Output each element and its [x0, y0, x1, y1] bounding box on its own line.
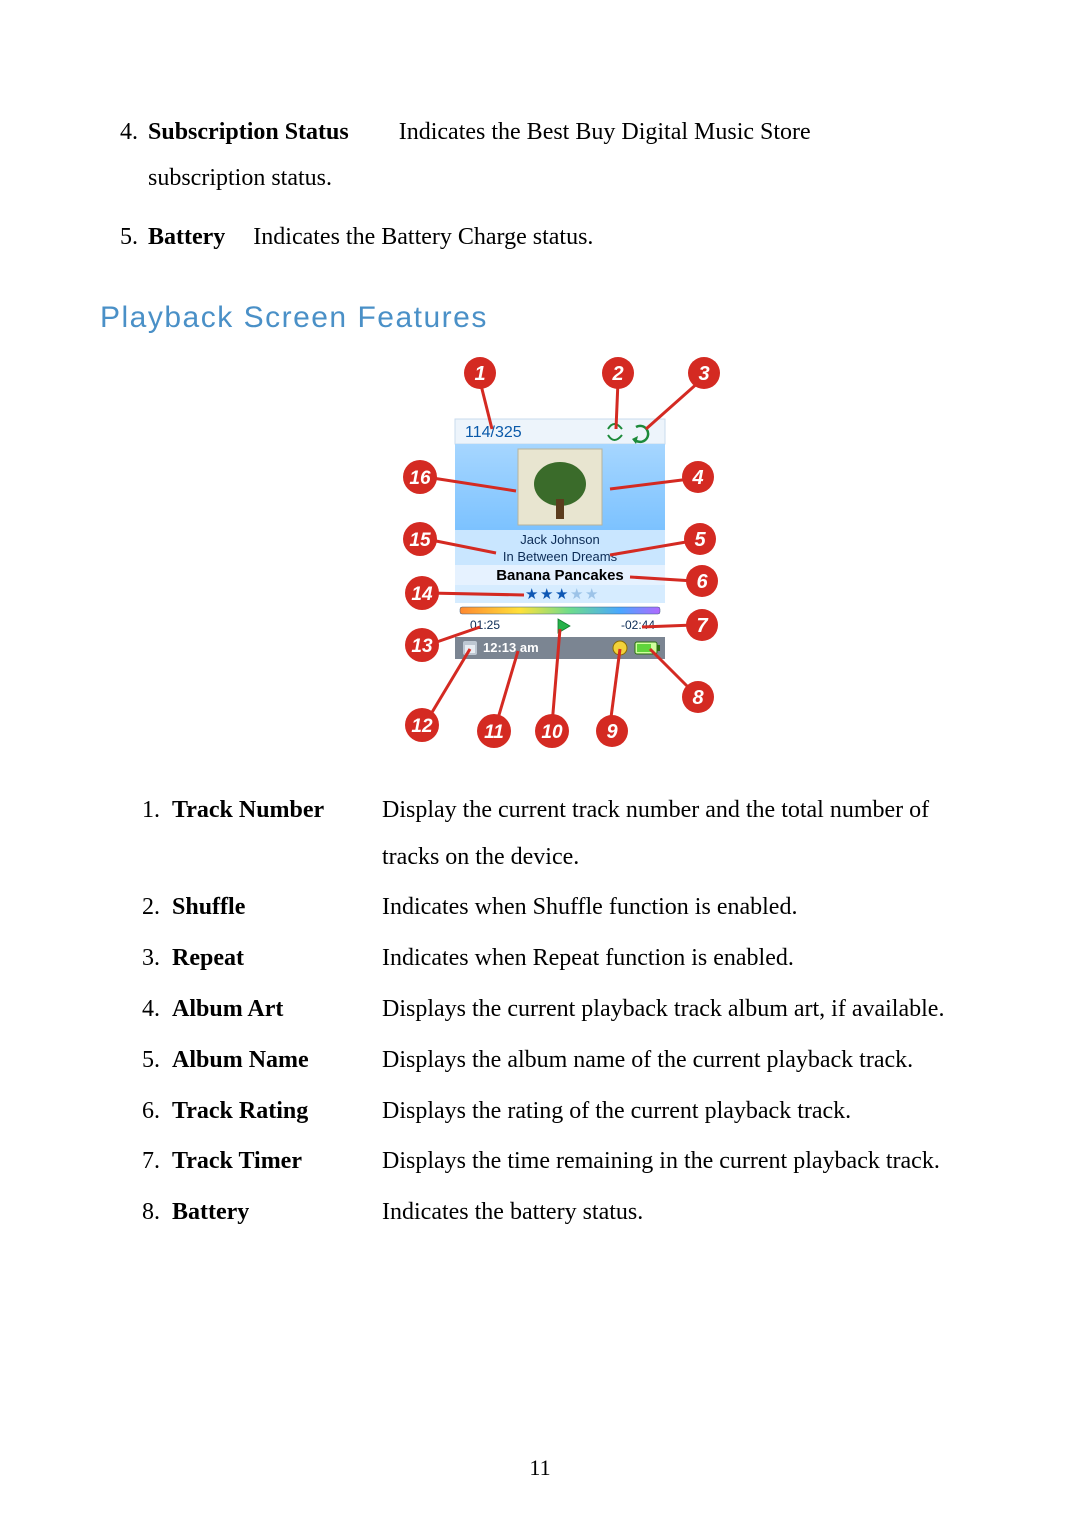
item-number: 6.: [130, 1088, 172, 1135]
battery-icon: [635, 642, 660, 654]
item-term: Shuffle: [172, 884, 382, 931]
playback-screen-diagram: 114/325 Jack Johnson In Between Dreams B…: [100, 349, 980, 769]
callout-13: 13: [411, 636, 433, 657]
item-desc-line2: subscription status.: [148, 156, 980, 202]
svg-text:★: ★: [540, 587, 553, 603]
list-item: 2. Shuffle Indicates when Shuffle functi…: [130, 884, 980, 931]
page-number: 11: [0, 1455, 1080, 1481]
callout-2: 2: [611, 363, 623, 385]
callout-16: 16: [409, 468, 431, 489]
feature-list: 1. Track Number Display the current trac…: [130, 787, 980, 1236]
svg-text:★: ★: [570, 587, 583, 603]
item-number: 5.: [110, 215, 148, 261]
callout-12: 12: [411, 716, 433, 737]
item-term: Track Rating: [172, 1088, 382, 1135]
list-item: 7. Track Timer Displays the time remaini…: [130, 1138, 980, 1185]
section-heading: Playback Screen Features: [100, 301, 980, 335]
list-item: 8. Battery Indicates the battery status.: [130, 1189, 980, 1236]
item-term: Repeat: [172, 935, 382, 982]
item-number: 2.: [130, 884, 172, 931]
item-number: 4.: [110, 110, 148, 156]
item-desc: Displays the album name of the current p…: [382, 1037, 980, 1084]
callout-10: 10: [541, 722, 563, 743]
item-term: Battery: [172, 1189, 382, 1236]
item-number: 4.: [130, 986, 172, 1033]
callout-11: 11: [484, 722, 504, 743]
item-desc-line1: Indicates the Best Buy Digital Music Sto…: [399, 119, 811, 145]
artist-label: Jack Johnson: [520, 532, 600, 547]
list-item: 4. Subscription Status Indicates the Best…: [110, 110, 980, 201]
list-item: 5. Battery Indicates the Battery Charge s…: [110, 215, 980, 261]
item-desc: Display the current track number and the…: [382, 787, 980, 881]
list-item: 6. Track Rating Displays the rating of t…: [130, 1088, 980, 1135]
clock-label: 12:13 am: [483, 640, 539, 655]
list-item: 3. Repeat Indicates when Repeat function…: [130, 935, 980, 982]
item-body: Subscription Status Indicates the Best Bu…: [148, 110, 980, 201]
tree-trunk: [556, 499, 564, 519]
playback-screen-mock: 114/325 Jack Johnson In Between Dreams B…: [455, 419, 665, 659]
item-desc: Indicates the battery status.: [382, 1189, 980, 1236]
previous-list-continuation: 4. Subscription Status Indicates the Best…: [110, 110, 980, 261]
item-desc: Displays the time remaining in the curre…: [382, 1138, 980, 1185]
callout-9: 9: [606, 721, 618, 743]
list-item: 4. Album Art Displays the current playba…: [130, 986, 980, 1033]
item-term: Track Number: [172, 787, 382, 834]
callout-7: 7: [696, 615, 708, 637]
callout-5: 5: [694, 529, 706, 551]
svg-text:★: ★: [525, 587, 538, 603]
item-term: Subscription Status: [148, 119, 349, 145]
item-number: 3.: [130, 935, 172, 982]
track-counter: 114/325: [465, 424, 522, 441]
svg-text:★: ★: [585, 587, 598, 603]
remaining-time: -02:44: [621, 618, 655, 632]
callout-6: 6: [696, 571, 708, 593]
album-label: In Between Dreams: [503, 549, 618, 564]
list-item: 1. Track Number Display the current trac…: [130, 787, 980, 881]
track-title-label: Banana Pancakes: [496, 567, 624, 584]
callout-3: 3: [698, 363, 709, 385]
item-term: Album Name: [172, 1037, 382, 1084]
list-item: 5. Album Name Displays the album name of…: [130, 1037, 980, 1084]
item-desc: Indicates when Shuffle function is enabl…: [382, 884, 980, 931]
item-term: Album Art: [172, 986, 382, 1033]
item-number: 5.: [130, 1037, 172, 1084]
callout-1: 1: [474, 363, 485, 385]
item-body: Battery Indicates the Battery Charge stat…: [148, 215, 980, 261]
item-number: 7.: [130, 1138, 172, 1185]
progress-bar: [460, 607, 660, 614]
item-desc-line1: Indicates the Battery Charge status.: [253, 224, 593, 250]
item-term: Battery: [148, 224, 225, 250]
item-desc: Displays the rating of the current playb…: [382, 1088, 980, 1135]
callout-8: 8: [692, 687, 704, 709]
item-term: Track Timer: [172, 1138, 382, 1185]
item-desc: Displays the current playback track albu…: [382, 986, 980, 1033]
item-desc: Indicates when Repeat function is enable…: [382, 935, 980, 982]
callout-14: 14: [411, 584, 433, 605]
item-number: 8.: [130, 1189, 172, 1236]
callout-4: 4: [691, 467, 703, 489]
item-number: 1.: [130, 787, 172, 834]
svg-text:★: ★: [555, 587, 568, 603]
callout-15: 15: [409, 530, 431, 551]
